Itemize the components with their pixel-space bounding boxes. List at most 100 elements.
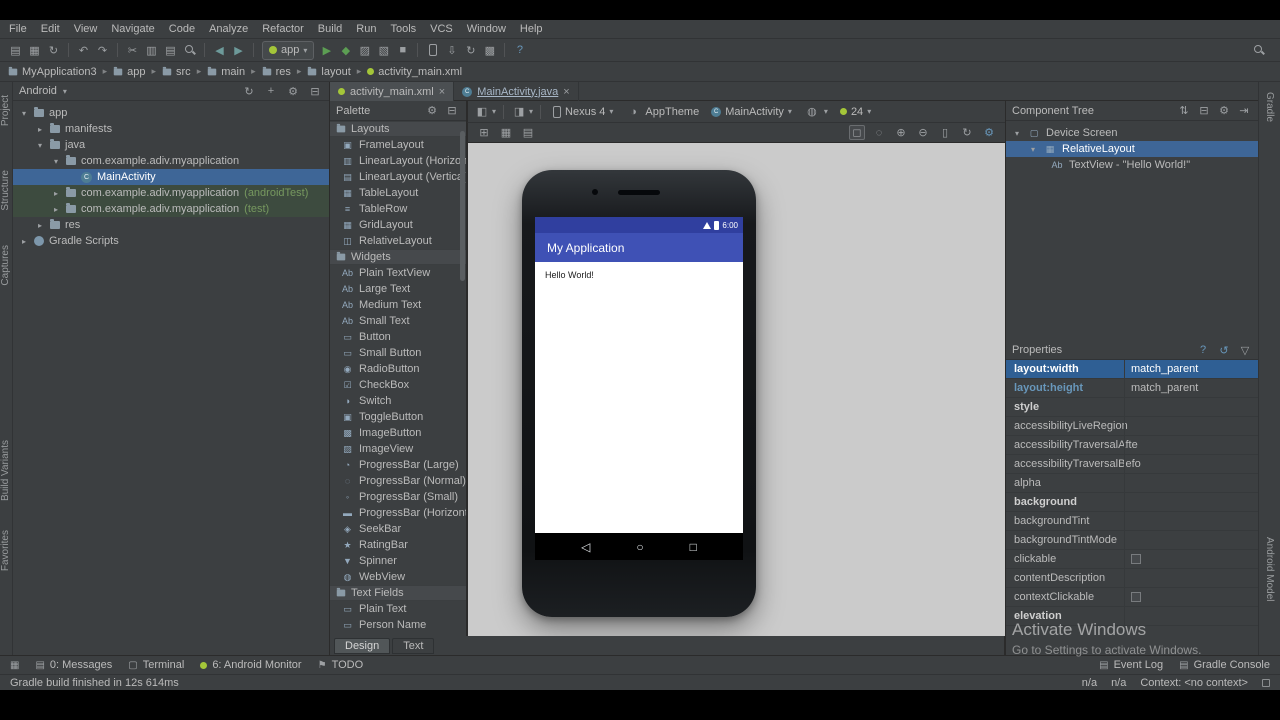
zoom-mode-icon[interactable]: ◻: [849, 125, 865, 140]
palette-item-linearlayout-vertical[interactable]: ▤LinearLayout (Vertical): [330, 169, 466, 185]
component-device-screen[interactable]: ▾ ▢ Device Screen: [1006, 125, 1258, 141]
tree-row-gradle-scripts[interactable]: ▸ Gradle Scripts: [13, 233, 329, 249]
configuration-icon[interactable]: ◧: [474, 105, 490, 118]
preview-icon[interactable]: ▯: [937, 126, 953, 139]
close-icon[interactable]: ×: [563, 86, 569, 98]
tool-stripe-project[interactable]: Project: [0, 95, 11, 126]
component-relativelayout[interactable]: ▾ ▦ RelativeLayout: [1006, 141, 1258, 157]
project-structure-icon[interactable]: ▩: [480, 41, 499, 60]
tool-window-switcher-icon[interactable]: ▦: [10, 660, 19, 671]
tab-mainactivity-java[interactable]: MainActivity.java ×: [454, 82, 579, 101]
palette-item-progressbar-small[interactable]: ◦ProgressBar (Small): [330, 489, 466, 505]
palette-item-progressbar-horizontal[interactable]: ▬ProgressBar (Horizontal): [330, 505, 466, 521]
expand-arrow-icon[interactable]: ▾: [1028, 145, 1038, 154]
palette-item-button[interactable]: ▭Button: [330, 329, 466, 345]
expand-arrow-icon[interactable]: ▾: [35, 141, 45, 150]
redo-icon[interactable]: ↷: [93, 41, 112, 60]
palette-item-gridlayout[interactable]: ▦GridLayout: [330, 217, 466, 233]
palette-scrollbar[interactable]: [460, 131, 465, 281]
paste-icon[interactable]: ▤: [161, 41, 180, 60]
palette-item-checkbox[interactable]: ☑CheckBox: [330, 377, 466, 393]
property-row-accessibilityliveregion[interactable]: accessibilityLiveRegion: [1006, 417, 1258, 436]
activity-selector[interactable]: MainActivity ▾: [706, 106, 797, 118]
close-icon[interactable]: ×: [439, 86, 445, 98]
menu-run[interactable]: Run: [349, 20, 383, 39]
hide-panel-icon[interactable]: ⊟: [307, 85, 323, 98]
palette-item-seekbar[interactable]: ◈SeekBar: [330, 521, 466, 537]
breadcrumb-layout[interactable]: layout: [307, 66, 350, 78]
locate-icon[interactable]: ↻: [241, 85, 257, 98]
menu-refactor[interactable]: Refactor: [255, 20, 311, 39]
gear-icon[interactable]: ⚙: [1216, 104, 1232, 117]
status-message[interactable]: Gradle build finished in 12s 614ms: [10, 677, 179, 689]
tool-stripe-favorites[interactable]: Favorites: [0, 530, 11, 571]
device-selector[interactable]: Nexus 4 ▾: [548, 106, 618, 118]
palette-section-widgets[interactable]: Widgets: [330, 249, 466, 265]
show-grid-icon[interactable]: ⊞: [476, 126, 492, 139]
palette-section-layouts[interactable]: Layouts: [330, 121, 466, 137]
menu-help[interactable]: Help: [513, 20, 550, 39]
property-row-accessibilitytraversalafter[interactable]: accessibilityTraversalAfte: [1006, 436, 1258, 455]
layout-content-area[interactable]: Hello World!: [535, 262, 743, 533]
tab-text[interactable]: Text: [392, 638, 434, 654]
tool-window-android-monitor[interactable]: 6: Android Monitor: [200, 659, 301, 671]
device-screen-preview[interactable]: 6:00 My Application Hello World! ◁ ○ □: [535, 217, 743, 560]
palette-item-progressbar-normal[interactable]: ◌ProgressBar (Normal): [330, 473, 466, 489]
cut-icon[interactable]: ✂: [123, 41, 142, 60]
status-line-ending[interactable]: n/a: [1111, 677, 1126, 689]
property-row-elevation[interactable]: elevation: [1006, 607, 1258, 626]
hello-world-textview[interactable]: Hello World!: [545, 270, 594, 280]
palette-item-small-button[interactable]: ▭Small Button: [330, 345, 466, 361]
menu-window[interactable]: Window: [460, 20, 513, 39]
menu-analyze[interactable]: Analyze: [202, 20, 255, 39]
expand-arrow-icon[interactable]: ▸: [35, 221, 45, 230]
palette-item-linearlayout-horizontal[interactable]: ▥LinearLayout (Horizontal): [330, 153, 466, 169]
back-icon[interactable]: ◀: [210, 41, 229, 60]
status-context[interactable]: Context: <no context>: [1140, 677, 1248, 689]
breadcrumb-res[interactable]: res: [262, 66, 291, 78]
sort-icon[interactable]: ⇅: [1176, 104, 1192, 117]
menu-file[interactable]: File: [2, 20, 34, 39]
palette-item-plain-text[interactable]: ▭Plain Text: [330, 601, 466, 617]
gear-icon[interactable]: ⚙: [424, 104, 440, 117]
breadcrumb-src[interactable]: src: [162, 66, 191, 78]
component-textview[interactable]: Ab TextView - "Hello World!": [1006, 157, 1258, 173]
palette-item-relativelayout[interactable]: ◫RelativeLayout: [330, 233, 466, 249]
expand-arrow-icon[interactable]: ▸: [19, 237, 29, 246]
palette-item-imageview[interactable]: ▨ImageView: [330, 441, 466, 457]
save-icon[interactable]: ▦: [25, 41, 44, 60]
property-row-background[interactable]: background: [1006, 493, 1258, 512]
zoom-out-icon[interactable]: ⊖: [915, 126, 931, 139]
property-row-accessibilitytraversalbefore[interactable]: accessibilityTraversalBefo: [1006, 455, 1258, 474]
sync-project-icon[interactable]: ↻: [461, 41, 480, 60]
sdk-manager-icon[interactable]: ⇩: [442, 41, 461, 60]
undo-icon[interactable]: ↶: [74, 41, 93, 60]
palette-item-webview[interactable]: ◍WebView: [330, 569, 466, 585]
help-icon[interactable]: ?: [1195, 344, 1211, 356]
avd-manager-icon[interactable]: [423, 41, 442, 60]
snap-to-grid-icon[interactable]: ▦: [498, 126, 514, 139]
status-position[interactable]: n/a: [1082, 677, 1097, 689]
tree-row-package[interactable]: ▾ com.example.adiv.myapplication: [13, 153, 329, 169]
find-icon[interactable]: [180, 41, 199, 60]
palette-item-ratingbar[interactable]: ★RatingBar: [330, 537, 466, 553]
tree-row-manifests[interactable]: ▸ manifests: [13, 121, 329, 137]
palette-item-radiobutton[interactable]: ◉RadioButton: [330, 361, 466, 377]
project-view-selector[interactable]: Android: [19, 85, 57, 97]
tool-stripe-captures[interactable]: Captures: [0, 245, 11, 286]
palette-item-medium-text[interactable]: AbMedium Text: [330, 297, 466, 313]
expand-arrow-icon[interactable]: ▸: [51, 205, 61, 214]
breadcrumb-activity-main-xml[interactable]: activity_main.xml: [367, 66, 462, 78]
tree-row-mainactivity[interactable]: MainActivity: [13, 169, 329, 185]
gear-icon[interactable]: ⚙: [285, 85, 301, 98]
render-settings-icon[interactable]: ⚙: [981, 126, 997, 139]
breadcrumb-app[interactable]: app: [113, 66, 145, 78]
theme-selector[interactable]: ◑ AppTheme: [620, 106, 704, 118]
copy-icon[interactable]: ▥: [142, 41, 161, 60]
menu-build[interactable]: Build: [311, 20, 349, 39]
menu-code[interactable]: Code: [162, 20, 202, 39]
palette-item-spinner[interactable]: ▼Spinner: [330, 553, 466, 569]
palette-item-framelayout[interactable]: ▣FrameLayout: [330, 137, 466, 153]
tool-window-gradle-console[interactable]: ▤ Gradle Console: [1179, 659, 1270, 671]
menu-view[interactable]: View: [67, 20, 105, 39]
